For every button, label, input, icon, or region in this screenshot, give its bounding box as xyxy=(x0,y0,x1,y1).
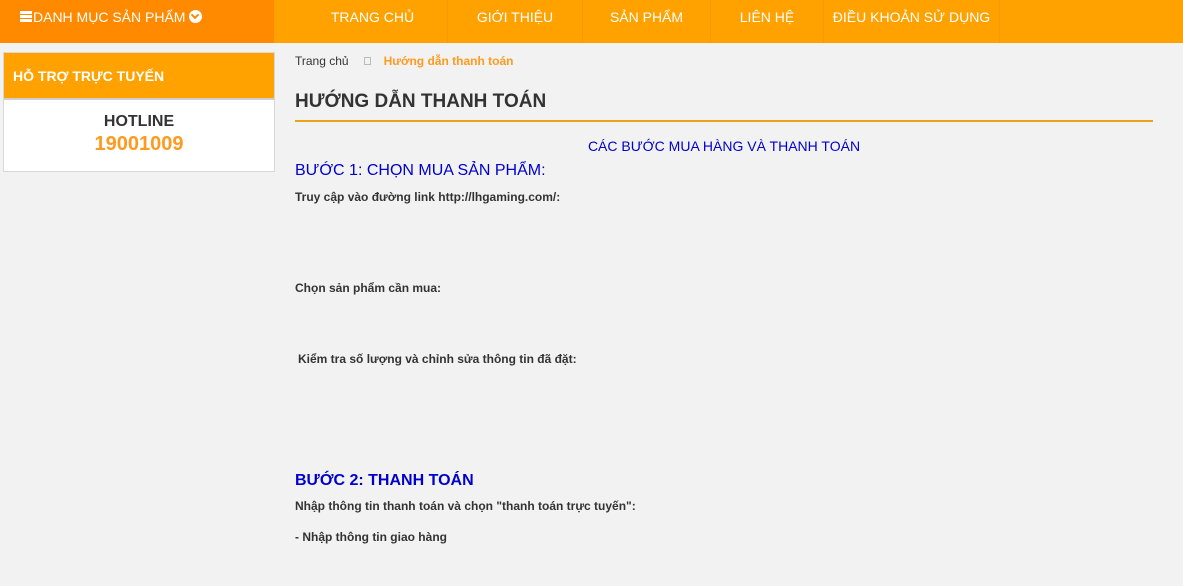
title-divider xyxy=(295,120,1153,122)
step1-check-text: Kiểm tra số lượng và chỉnh sửa thông tin… xyxy=(298,352,577,366)
hotline-number[interactable]: 19001009 xyxy=(4,133,274,156)
main-nav: TRANG CHỦ GIỚI THIỆU SẢN PHẨM LIÊN HỆ ĐI… xyxy=(298,0,1000,43)
list-icon xyxy=(20,11,32,22)
breadcrumb: Trang chủ Hướng dẫn thanh toán xyxy=(295,54,513,68)
step2-enter-text: Nhập thông tin thanh toán và chọn "thanh… xyxy=(295,499,636,513)
breadcrumb-home-link[interactable]: Trang chủ xyxy=(295,54,349,68)
step2-shipping-text: - Nhập thông tin giao hàng xyxy=(295,530,447,544)
support-title: HỖ TRỢ TRỰC TUYẾN xyxy=(4,53,274,100)
page-title: HƯỚNG DẪN THANH TOÁN xyxy=(295,91,547,112)
top-navbar: DANH MỤC SẢN PHẨM TRANG CHỦ GIỚI THIỆU S… xyxy=(0,0,1183,43)
nav-terms[interactable]: ĐIỀU KHOẢN SỬ DỤNG xyxy=(824,0,1000,43)
online-support-box: HỖ TRỢ TRỰC TUYẾN HOTLINE 19001009 xyxy=(3,52,275,172)
nav-about[interactable]: GIỚI THIỆU xyxy=(448,0,583,43)
nav-home[interactable]: TRANG CHỦ xyxy=(298,0,448,43)
step1-access-text: Truy cập vào đường link http://lhgaming.… xyxy=(295,190,561,204)
steps-heading: CÁC BƯỚC MUA HÀNG VÀ THANH TOÁN xyxy=(587,138,861,154)
step1-heading: BƯỚC 1: CHỌN MUA SẢN PHẨM: xyxy=(295,162,546,179)
step1-choose-text: Chọn sản phẩm cần mua: xyxy=(295,281,442,295)
step2-heading: BƯỚC 2: THANH TOÁN xyxy=(295,472,474,489)
breadcrumb-separator-icon xyxy=(363,57,371,65)
hotline-label: HOTLINE xyxy=(103,113,175,130)
category-menu-button[interactable]: DANH MỤC SẢN PHẨM xyxy=(0,0,274,43)
nav-contact[interactable]: LIÊN HỆ xyxy=(711,0,824,43)
nav-products[interactable]: SẢN PHẨM xyxy=(583,0,711,43)
chevron-down-icon xyxy=(189,10,203,23)
category-menu-label: DANH MỤC SẢN PHẨM xyxy=(33,8,186,25)
breadcrumb-current: Hướng dẫn thanh toán xyxy=(383,54,514,68)
